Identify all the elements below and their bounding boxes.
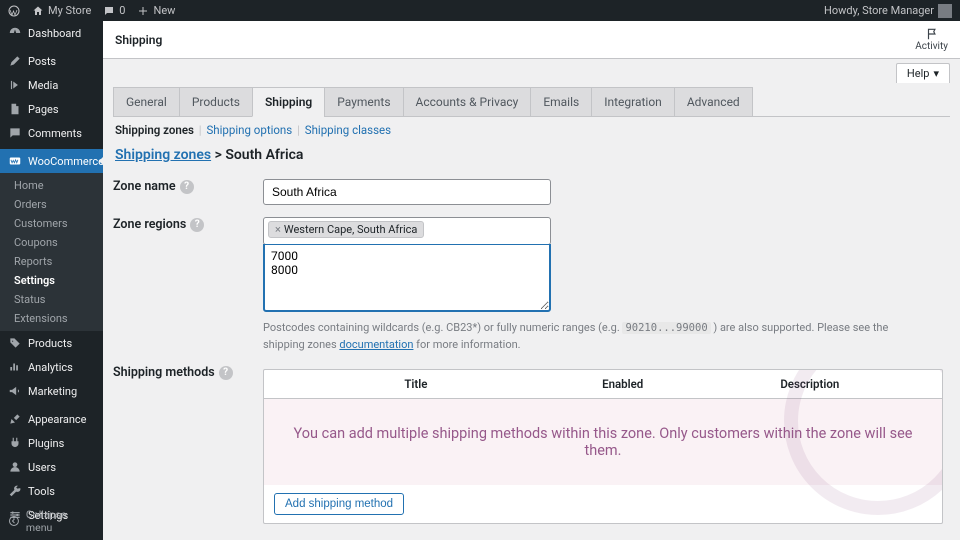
documentation-link[interactable]: documentation [339, 338, 413, 351]
sidebar-item-comments[interactable]: Comments [0, 121, 103, 145]
chevron-down-icon: ▾ [933, 67, 939, 80]
site-link[interactable]: My Store [32, 4, 91, 17]
sidebar-item-label: Marketing [28, 385, 77, 398]
tab-advanced[interactable]: Advanced [674, 87, 753, 117]
sidebar-item-label: Comments [28, 127, 82, 140]
sidebar-sub-orders[interactable]: Orders [0, 195, 103, 214]
breadcrumb: Shipping zones > South Africa [113, 143, 950, 173]
zone-regions-label: Zone regions [113, 217, 186, 232]
zone-name-input[interactable] [263, 179, 551, 205]
howdy-text: Howdy, Store Manager [824, 4, 934, 17]
sidebar-sub-coupons[interactable]: Coupons [0, 233, 103, 252]
col-enabled: Enabled [554, 377, 692, 391]
tab-integration[interactable]: Integration [591, 87, 675, 117]
help-icon[interactable]: ? [180, 180, 194, 194]
sidebar-sub-customers[interactable]: Customers [0, 214, 103, 233]
add-shipping-method-button[interactable]: Add shipping method [274, 493, 404, 515]
subnav-options[interactable]: Shipping options [206, 123, 292, 137]
collapse-menu[interactable]: Collapse menu [0, 502, 103, 540]
subnav-classes[interactable]: Shipping classes [305, 123, 391, 137]
collapse-label: Collapse menu [26, 508, 95, 534]
comments-link[interactable]: 0 [103, 4, 125, 17]
sidebar-item-label: Tools [28, 485, 55, 498]
sidebar-item-marketing[interactable]: Marketing [0, 379, 103, 403]
sidebar-submenu-woocommerce: Home Orders Customers Coupons Reports Se… [0, 173, 103, 331]
main-content: Shipping Activity Help▾ General Products… [103, 21, 960, 540]
help-tab[interactable]: Help▾ [896, 63, 950, 83]
tab-products[interactable]: Products [179, 87, 253, 117]
sidebar-item-label: Pages [28, 103, 59, 116]
sidebar-item-posts[interactable]: Posts [0, 49, 103, 73]
breadcrumb-zones-link[interactable]: Shipping zones [115, 147, 211, 163]
avatar [938, 4, 952, 18]
sidebar-item-label: Appearance [28, 413, 87, 426]
sidebar-sub-reports[interactable]: Reports [0, 252, 103, 271]
sidebar-item-pages[interactable]: Pages [0, 97, 103, 121]
help-icon[interactable]: ? [219, 366, 233, 380]
subnav-zones[interactable]: Shipping zones [115, 123, 194, 137]
sidebar-item-label: Products [28, 337, 72, 350]
postcodes-hint: Postcodes containing wildcards (e.g. CB2… [263, 320, 913, 353]
new-link[interactable]: New [137, 4, 175, 17]
breadcrumb-current: South Africa [225, 147, 303, 163]
shipping-methods-label: Shipping methods [113, 365, 215, 380]
sidebar-item-label: Users [28, 461, 56, 474]
wp-logo-icon[interactable] [8, 5, 20, 17]
page-header: Shipping Activity [103, 21, 960, 59]
sidebar-item-label: Dashboard [28, 27, 81, 40]
sidebar-item-media[interactable]: Media [0, 73, 103, 97]
remove-tag-icon[interactable]: × [275, 223, 281, 236]
sidebar-item-label: Posts [28, 55, 56, 68]
sidebar-item-plugins[interactable]: Plugins [0, 431, 103, 455]
flag-icon [925, 27, 939, 41]
help-icon[interactable]: ? [190, 218, 204, 232]
admin-bar: My Store 0 New Howdy, Store Manager [0, 0, 960, 21]
zone-regions-select[interactable]: ×Western Cape, South Africa [263, 217, 551, 245]
sidebar-item-appearance[interactable]: Appearance [0, 407, 103, 431]
sidebar-sub-extensions[interactable]: Extensions [0, 309, 103, 328]
sidebar-item-dashboard[interactable]: Dashboard [0, 21, 103, 45]
sidebar-item-products[interactable]: Products [0, 331, 103, 355]
sidebar-item-analytics[interactable]: Analytics [0, 355, 103, 379]
col-title: Title [278, 377, 554, 391]
sidebar-item-label: WooCommerce [28, 155, 103, 168]
account-link[interactable]: Howdy, Store Manager [824, 4, 952, 18]
zone-name-label: Zone name [113, 179, 176, 194]
sidebar-sub-status[interactable]: Status [0, 290, 103, 309]
page-title: Shipping [115, 33, 162, 47]
sidebar-item-label: Media [28, 79, 58, 92]
postcodes-textarea[interactable] [263, 244, 551, 312]
sidebar-sub-home[interactable]: Home [0, 176, 103, 195]
region-tag: ×Western Cape, South Africa [268, 221, 424, 238]
tab-general[interactable]: General [113, 87, 180, 117]
sidebar-item-label: Analytics [28, 361, 73, 374]
admin-sidebar: Dashboard Posts Media Pages Comments Woo… [0, 21, 103, 540]
sidebar-item-woocommerce[interactable]: WooCommerce [0, 149, 103, 173]
help-label: Help [907, 67, 930, 80]
tab-emails[interactable]: Emails [530, 87, 592, 117]
tab-payments[interactable]: Payments [324, 87, 403, 117]
sidebar-item-label: Plugins [28, 437, 64, 450]
tab-shipping[interactable]: Shipping [252, 87, 325, 117]
tab-accounts[interactable]: Accounts & Privacy [403, 87, 532, 117]
activity-label: Activity [915, 41, 948, 52]
site-name: My Store [48, 4, 91, 17]
settings-tabs: General Products Shipping Payments Accou… [113, 87, 950, 117]
sidebar-item-tools[interactable]: Tools [0, 479, 103, 503]
shipping-subnav: Shipping zones | Shipping options | Ship… [113, 117, 950, 143]
activity-button[interactable]: Activity [915, 27, 948, 52]
comments-count: 0 [119, 4, 125, 17]
new-label: New [153, 4, 175, 17]
region-tag-label: Western Cape, South Africa [284, 223, 418, 236]
sidebar-item-users[interactable]: Users [0, 455, 103, 479]
methods-empty-message: You can add multiple shipping methods wi… [264, 399, 942, 485]
sidebar-sub-settings[interactable]: Settings [0, 271, 103, 290]
shipping-methods-table: Title Enabled Description You can add mu… [263, 369, 943, 524]
